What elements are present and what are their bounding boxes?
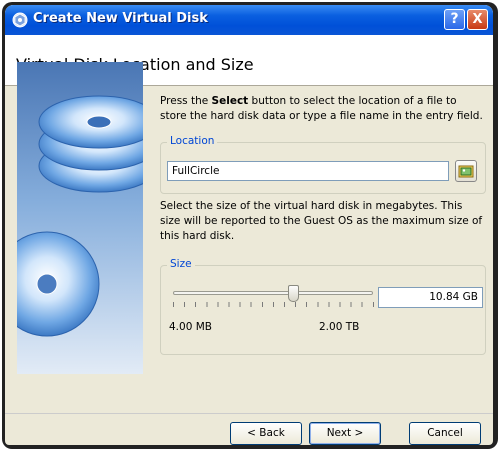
- dialog-window: Create New Virtual Disk ? X Virtual Disk…: [5, 5, 493, 445]
- size-group-label: Size: [167, 258, 195, 270]
- size-min-label: 4.00 MB: [169, 321, 212, 333]
- window-title: Create New Virtual Disk: [33, 11, 208, 26]
- hard-disk-illustration: [17, 62, 143, 374]
- location-desc-prefix: Press the: [160, 95, 212, 107]
- button-divider: [5, 413, 493, 414]
- help-button[interactable]: ?: [444, 9, 465, 30]
- select-location-button[interactable]: [455, 160, 477, 182]
- size-input[interactable]: 10.84 GB: [378, 287, 483, 308]
- close-button[interactable]: X: [467, 9, 488, 30]
- location-input[interactable]: FullCircle: [167, 161, 449, 181]
- size-group: Size: [160, 258, 486, 355]
- size-slider-track[interactable]: [173, 291, 373, 295]
- cancel-button[interactable]: Cancel: [409, 422, 481, 445]
- location-description: Press the Select button to select the lo…: [160, 94, 485, 124]
- folder-image-icon: [458, 165, 474, 178]
- size-slider-thumb[interactable]: [287, 285, 299, 302]
- location-desc-bold: Select: [211, 95, 249, 107]
- virtualbox-icon: [12, 12, 28, 28]
- size-description: Select the size of the virtual hard disk…: [160, 200, 483, 242]
- size-slider-ticks: [173, 302, 375, 307]
- back-button[interactable]: < Back: [230, 422, 302, 445]
- title-bar[interactable]: Create New Virtual Disk ? X: [5, 5, 493, 35]
- size-max-label: 2.00 TB: [319, 321, 360, 333]
- location-group-label: Location: [167, 135, 218, 147]
- next-button[interactable]: Next >: [309, 422, 381, 445]
